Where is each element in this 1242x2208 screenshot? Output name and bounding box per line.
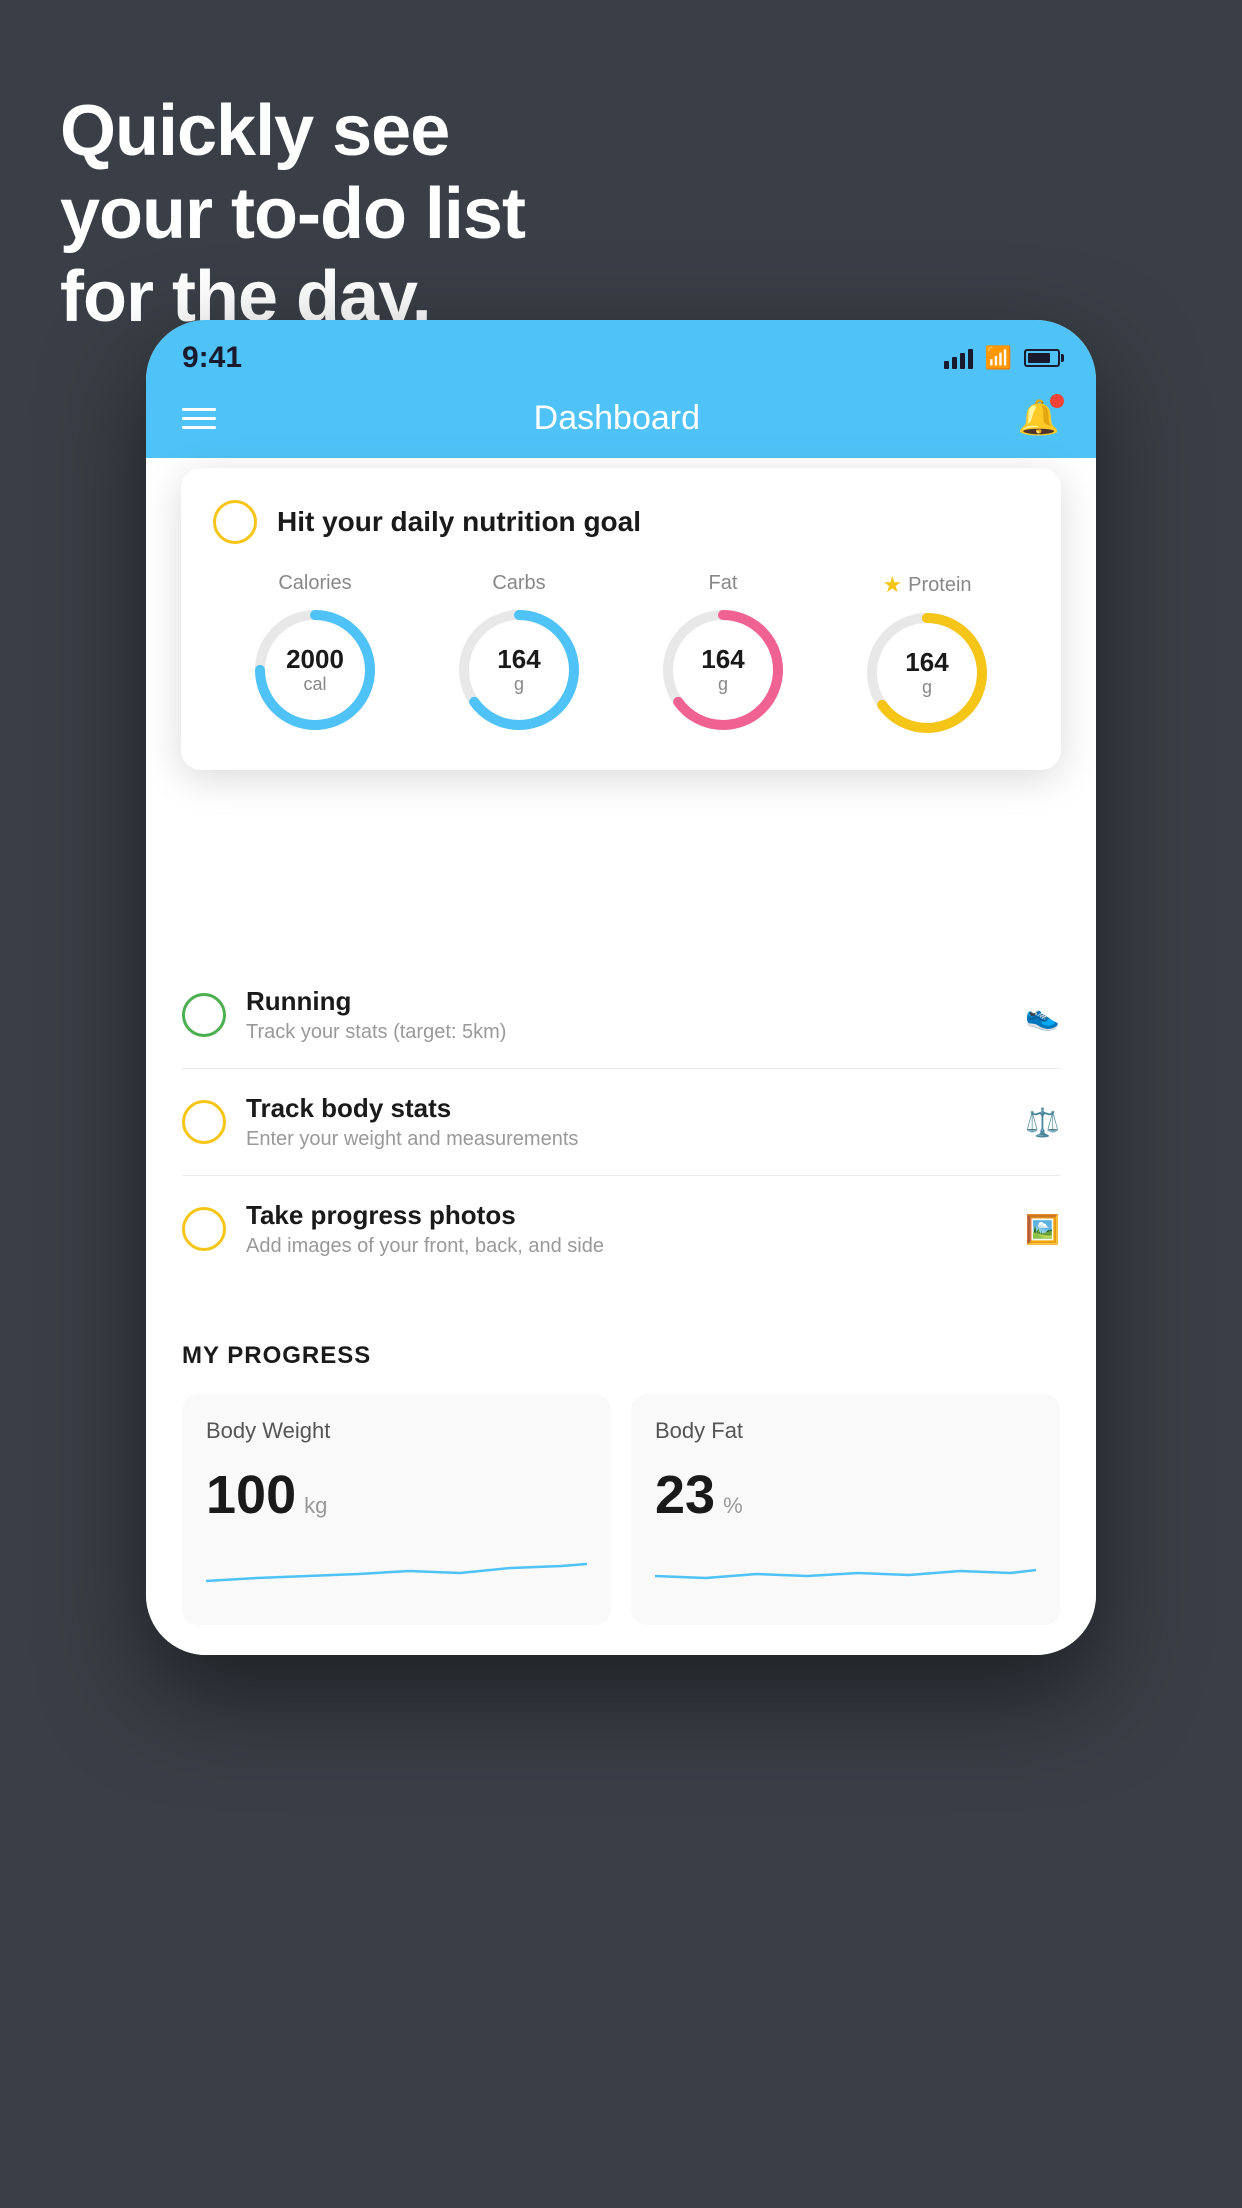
calories-stat: Calories 2000 cal xyxy=(250,572,380,735)
status-bar: 9:41 📶 xyxy=(146,320,1096,382)
carbs-stat: Carbs 164 g xyxy=(454,572,584,735)
photos-content: Take progress photos Add images of your … xyxy=(246,1200,1005,1258)
todo-item-running[interactable]: Running Track your stats (target: 5km) 👟 xyxy=(182,962,1060,1069)
body-weight-value-row: 100 kg xyxy=(206,1464,587,1526)
todo-item-photos[interactable]: Take progress photos Add images of your … xyxy=(182,1176,1060,1282)
running-content: Running Track your stats (target: 5km) xyxy=(246,986,1005,1044)
body-weight-card[interactable]: Body Weight 100 kg xyxy=(182,1394,611,1625)
body-stats-icon: ⚖️ xyxy=(1025,1106,1060,1139)
todo-item-body-stats[interactable]: Track body stats Enter your weight and m… xyxy=(182,1069,1060,1176)
wifi-icon: 📶 xyxy=(985,345,1012,371)
body-weight-value: 100 xyxy=(206,1464,296,1526)
body-fat-card[interactable]: Body Fat 23 % xyxy=(631,1394,1060,1625)
main-content: THINGS TO DO TODAY Hit your daily nutrit… xyxy=(146,458,1096,1655)
protein-stat: ★ Protein 164 g xyxy=(862,572,992,738)
body-fat-unit: % xyxy=(723,1493,743,1519)
nutrition-checkbox[interactable] xyxy=(213,500,257,544)
hero-line2: your to-do list xyxy=(60,173,525,256)
menu-button[interactable] xyxy=(182,408,216,429)
calories-unit: cal xyxy=(286,674,344,695)
notification-button[interactable]: 🔔 xyxy=(1018,398,1060,438)
body-weight-chart xyxy=(206,1546,587,1596)
hero-text: Quickly see your to-do list for the day. xyxy=(60,90,525,338)
carbs-unit: g xyxy=(497,674,540,695)
hero-line1: Quickly see xyxy=(60,90,525,173)
calories-circle: 2000 cal xyxy=(250,605,380,735)
body-stats-content: Track body stats Enter your weight and m… xyxy=(246,1093,1005,1151)
protein-unit: g xyxy=(905,677,948,698)
body-stats-title: Track body stats xyxy=(246,1093,1005,1124)
fat-unit: g xyxy=(701,674,744,695)
running-title: Running xyxy=(246,986,1005,1017)
calories-value: 2000 xyxy=(286,645,344,674)
body-fat-value-row: 23 % xyxy=(655,1464,1036,1526)
fat-stat: Fat 164 g xyxy=(658,572,788,735)
progress-section: MY PROGRESS Body Weight 100 kg Body Fat xyxy=(146,1302,1096,1655)
todo-list: Running Track your stats (target: 5km) 👟… xyxy=(146,962,1096,1282)
protein-circle: 164 g xyxy=(862,608,992,738)
nutrition-stats: Calories 2000 cal Carbs xyxy=(213,572,1029,738)
body-weight-card-title: Body Weight xyxy=(206,1418,587,1444)
body-stats-checkbox[interactable] xyxy=(182,1100,226,1144)
carbs-label: Carbs xyxy=(492,572,545,595)
protein-value: 164 xyxy=(905,648,948,677)
nutrition-title: Hit your daily nutrition goal xyxy=(277,506,641,538)
signal-icon xyxy=(944,347,973,369)
star-icon: ★ xyxy=(882,572,902,598)
photos-checkbox[interactable] xyxy=(182,1207,226,1251)
photos-subtitle: Add images of your front, back, and side xyxy=(246,1235,1005,1258)
body-fat-card-title: Body Fat xyxy=(655,1418,1036,1444)
nutrition-card-header: Hit your daily nutrition goal xyxy=(213,500,1029,544)
status-icons: 📶 xyxy=(944,345,1060,371)
nav-title: Dashboard xyxy=(534,399,700,438)
body-fat-chart xyxy=(655,1546,1036,1596)
fat-label: Fat xyxy=(709,572,738,595)
phone-mockup: 9:41 📶 Dashboard 🔔 THINGS TO DO TODAY xyxy=(146,320,1096,1655)
notification-badge xyxy=(1050,394,1064,408)
protein-label: Protein xyxy=(908,574,971,597)
body-fat-value: 23 xyxy=(655,1464,715,1526)
status-time: 9:41 xyxy=(182,341,242,375)
running-checkbox[interactable] xyxy=(182,993,226,1037)
protein-label-row: ★ Protein xyxy=(882,572,971,598)
calories-label: Calories xyxy=(278,572,351,595)
body-weight-unit: kg xyxy=(304,1493,327,1519)
running-subtitle: Track your stats (target: 5km) xyxy=(246,1021,1005,1044)
progress-cards: Body Weight 100 kg Body Fat 23 % xyxy=(182,1394,1060,1625)
photos-title: Take progress photos xyxy=(246,1200,1005,1231)
running-icon: 👟 xyxy=(1025,999,1060,1032)
progress-title: MY PROGRESS xyxy=(182,1342,1060,1370)
body-stats-subtitle: Enter your weight and measurements xyxy=(246,1128,1005,1151)
photos-icon: 🖼️ xyxy=(1025,1213,1060,1246)
nutrition-card: Hit your daily nutrition goal Calories 2… xyxy=(181,468,1061,770)
nav-bar: Dashboard 🔔 xyxy=(146,382,1096,458)
fat-circle: 164 g xyxy=(658,605,788,735)
fat-value: 164 xyxy=(701,645,744,674)
carbs-value: 164 xyxy=(497,645,540,674)
battery-icon xyxy=(1024,349,1060,367)
carbs-circle: 164 g xyxy=(454,605,584,735)
